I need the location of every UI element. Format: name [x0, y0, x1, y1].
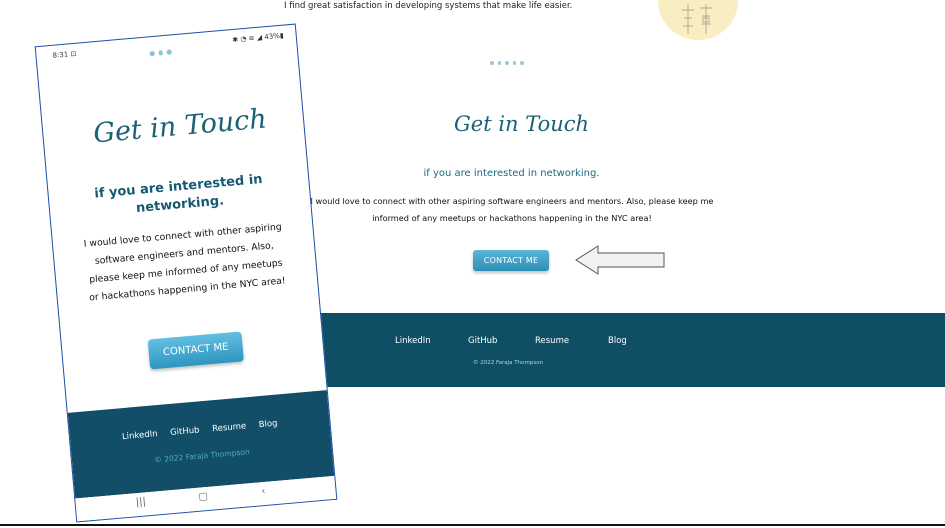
status-time: 8:31 ⊡	[52, 49, 77, 60]
section-divider-dots	[149, 49, 172, 56]
footer-link-linkedin[interactable]: LinkedIn	[122, 429, 158, 442]
footer-link-resume[interactable]: Resume	[535, 336, 569, 346]
contact-description: I would love to connect with other aspir…	[298, 193, 726, 227]
get-in-touch-heading: Get in Touch	[454, 112, 590, 136]
contact-description-line: I would love to connect with other aspir…	[310, 196, 714, 206]
footer-link-resume[interactable]: Resume	[212, 421, 247, 434]
contact-me-button[interactable]: CONTACT ME	[473, 250, 549, 271]
sketch-illustration-icon	[682, 4, 712, 34]
home-icon[interactable]: ▢	[198, 491, 208, 503]
footer-link-linkedin[interactable]: LinkedIn	[395, 336, 431, 346]
footer-link-blog[interactable]: Blog	[608, 336, 627, 346]
footer-copyright: © 2022 Faraja Thompson	[473, 360, 544, 366]
decorative-sketch-image	[658, 0, 738, 40]
contact-description-line: informed of any meetups or hackathons ha…	[372, 213, 652, 223]
section-divider-dots	[490, 61, 524, 65]
intro-text: I find great satisfaction in developing …	[284, 1, 573, 11]
footer-copyright: © 2022 Faraja Thompson	[154, 447, 250, 465]
site-footer: LinkedIn GitHub Resume Blog © 2022 Faraj…	[298, 313, 945, 387]
get-in-touch-heading: Get in Touch	[92, 103, 268, 150]
networking-subtitle: if you are interested in networking.	[58, 168, 300, 225]
contact-description: I would love to connect with other aspir…	[62, 217, 307, 310]
footer-link-github[interactable]: GitHub	[468, 336, 497, 346]
mobile-screenshot: 8:31 ⊡ ✱ ◔ ≋ ◢ 43%▮ Get in Touch if you …	[34, 23, 338, 523]
bottom-divider	[0, 524, 945, 526]
footer-links: LinkedIn GitHub Resume Blog	[70, 414, 330, 447]
back-icon[interactable]: ‹	[261, 486, 266, 497]
footer-link-blog[interactable]: Blog	[258, 419, 278, 431]
contact-me-button[interactable]: CONTACT ME	[147, 331, 244, 370]
footer-link-github[interactable]: GitHub	[170, 425, 200, 438]
battery-percent: 43%	[263, 31, 281, 42]
status-icons: ✱ ◔ ≋ ◢ 43%▮	[231, 31, 285, 45]
recent-apps-icon[interactable]: |||	[135, 496, 146, 508]
left-arrow-icon	[575, 245, 665, 275]
